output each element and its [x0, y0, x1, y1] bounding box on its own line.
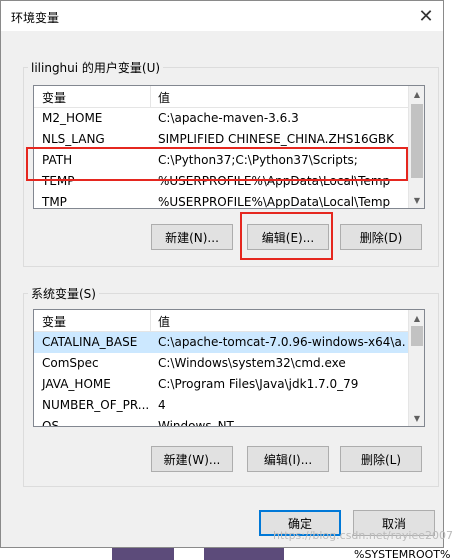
- variable-name: OS: [42, 419, 60, 427]
- variable-name: NLS_LANG: [42, 132, 105, 146]
- scroll-thumb[interactable]: [411, 104, 423, 178]
- column-separator[interactable]: [150, 86, 151, 108]
- column-header-value[interactable]: 值: [158, 89, 170, 106]
- variable-name: ComSpec: [42, 356, 99, 370]
- scroll-down-icon[interactable]: ▼: [409, 410, 424, 426]
- environment-variables-dialog: 环境变量 ✕ lilinghui 的用户变量(U) 变量 值 M2_HOME C…: [0, 0, 444, 548]
- table-row[interactable]: NUMBER_OF_PR... 4: [34, 395, 408, 416]
- table-row[interactable]: PATH C:\Python37;C:\Python37\Scripts;: [34, 150, 408, 171]
- background-desktop: [444, 0, 457, 560]
- variable-value: C:\Program Files\Java\jdk1.7.0_79: [158, 377, 359, 391]
- system-variables-list[interactable]: 变量 值 CATALINA_BASE C:\apache-tomcat-7.0.…: [33, 309, 425, 427]
- scroll-up-icon[interactable]: ▲: [409, 86, 424, 102]
- variable-name: PATH: [42, 153, 73, 167]
- user-variables-list[interactable]: 变量 值 M2_HOME C:\apache-maven-3.6.3 NLS_L…: [33, 85, 425, 209]
- table-row[interactable]: ComSpec C:\Windows\system32\cmd.exe: [34, 353, 408, 374]
- scroll-down-icon[interactable]: ▼: [409, 192, 424, 208]
- system-edit-button[interactable]: 编辑(I)...: [247, 446, 329, 472]
- user-delete-button[interactable]: 删除(D): [340, 224, 422, 250]
- user-list-scrollbar[interactable]: ▲ ▼: [408, 86, 424, 208]
- variable-name: NUMBER_OF_PR...: [42, 398, 150, 412]
- system-variables-label: 系统变量(S): [28, 285, 99, 302]
- user-new-button[interactable]: 新建(N)...: [151, 224, 233, 250]
- variable-value: %USERPROFILE%\AppData\Local\Temp: [158, 174, 391, 188]
- table-row[interactable]: M2_HOME C:\apache-maven-3.6.3: [34, 108, 408, 129]
- close-icon: ✕: [418, 5, 434, 27]
- user-list-rows: M2_HOME C:\apache-maven-3.6.3 NLS_LANG S…: [34, 108, 408, 208]
- background-text: %SYSTEMROOT%: [352, 548, 457, 560]
- scroll-thumb[interactable]: [411, 326, 423, 346]
- variable-value: Windows_NT: [158, 419, 234, 427]
- table-row[interactable]: CATALINA_BASE C:\apache-tomcat-7.0.96-wi…: [34, 332, 408, 353]
- variable-value: 4: [158, 398, 166, 412]
- scroll-up-icon[interactable]: ▲: [409, 310, 424, 326]
- title-bar: 环境变量 ✕: [1, 1, 443, 31]
- table-row[interactable]: NLS_LANG SIMPLIFIED CHINESE_CHINA.ZHS16G…: [34, 129, 408, 150]
- background-purple-block-2: [204, 548, 284, 560]
- variable-name: TEMP: [42, 174, 75, 188]
- system-list-scrollbar[interactable]: ▲ ▼: [408, 310, 424, 426]
- variable-value: %USERPROFILE%\AppData\Local\Temp: [158, 195, 391, 209]
- variable-value: C:\apache-tomcat-7.0.96-windows-x64\a...: [158, 335, 406, 349]
- column-header-value[interactable]: 值: [158, 313, 170, 330]
- system-list-header: 变量 值: [34, 310, 408, 332]
- user-edit-button[interactable]: 编辑(E)...: [247, 224, 329, 250]
- variable-name: JAVA_HOME: [42, 377, 111, 391]
- variable-value: SIMPLIFIED CHINESE_CHINA.ZHS16GBK: [158, 132, 395, 146]
- close-button[interactable]: ✕: [409, 1, 443, 31]
- system-delete-button[interactable]: 删除(L): [340, 446, 422, 472]
- system-new-button[interactable]: 新建(W)...: [151, 446, 233, 472]
- background-purple-block: [112, 548, 174, 560]
- variable-value: C:\apache-maven-3.6.3: [158, 111, 299, 125]
- table-row[interactable]: JAVA_HOME C:\Program Files\Java\jdk1.7.0…: [34, 374, 408, 395]
- variable-name: TMP: [42, 195, 67, 209]
- user-list-header: 变量 值: [34, 86, 408, 108]
- table-row[interactable]: TMP %USERPROFILE%\AppData\Local\Temp: [34, 192, 408, 209]
- dialog-title: 环境变量: [11, 11, 60, 25]
- variable-name: CATALINA_BASE: [42, 335, 138, 349]
- variable-name: M2_HOME: [42, 111, 103, 125]
- column-header-variable[interactable]: 变量: [42, 89, 66, 106]
- variable-value: C:\Python37;C:\Python37\Scripts;: [158, 153, 358, 167]
- system-list-rows: CATALINA_BASE C:\apache-tomcat-7.0.96-wi…: [34, 332, 408, 426]
- column-separator[interactable]: [150, 310, 151, 332]
- variable-value: C:\Windows\system32\cmd.exe: [158, 356, 346, 370]
- user-variables-label: lilinghui 的用户变量(U): [28, 59, 164, 76]
- watermark: https://blog.csdn.net/rayiee2007: [272, 529, 453, 542]
- table-row[interactable]: TEMP %USERPROFILE%\AppData\Local\Temp: [34, 171, 408, 192]
- table-row[interactable]: OS Windows_NT: [34, 416, 408, 427]
- column-header-variable[interactable]: 变量: [42, 313, 66, 330]
